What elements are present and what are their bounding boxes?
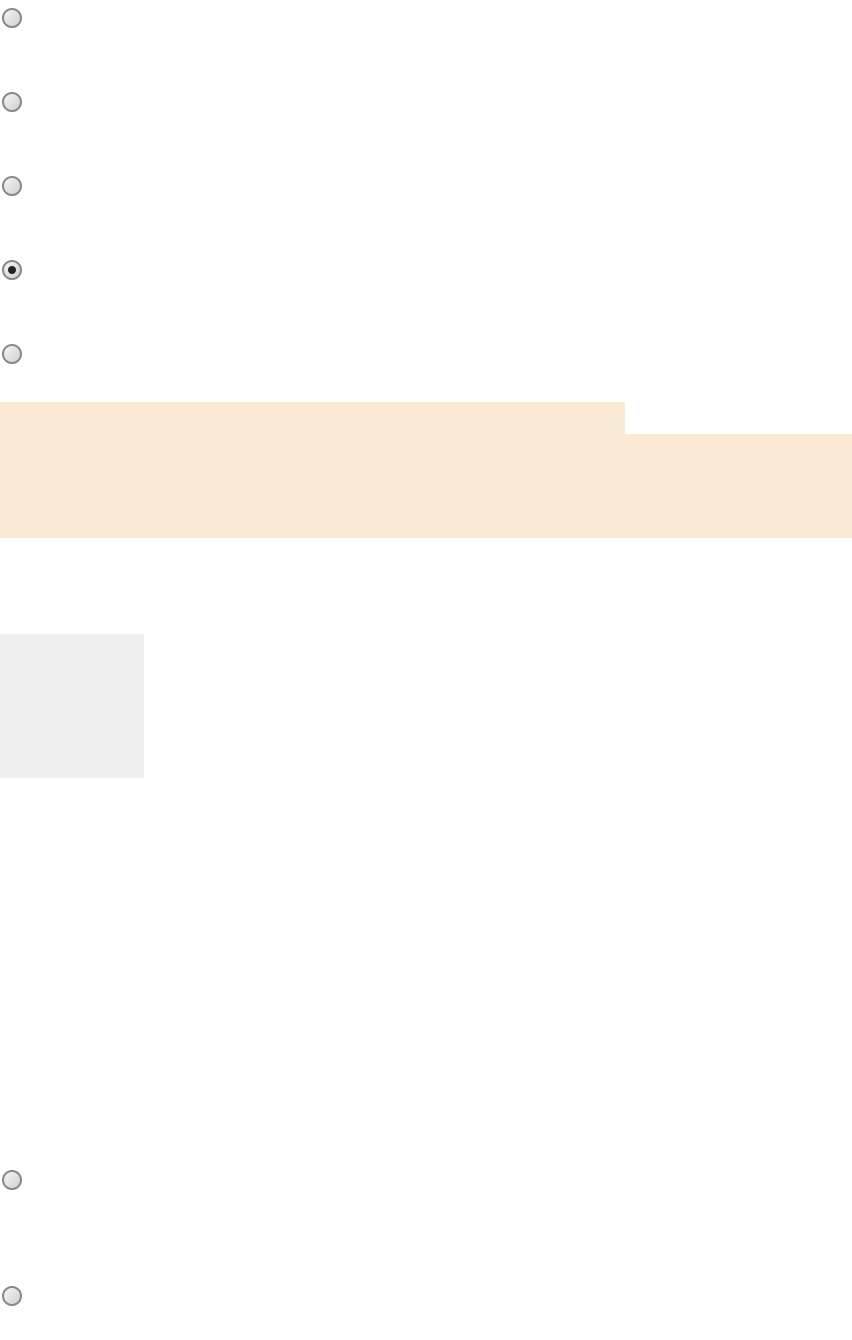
radio-item-4 (0, 260, 852, 280)
radio-item-2 (0, 92, 852, 112)
radio-7[interactable] (2, 1286, 22, 1306)
spacer (0, 778, 852, 1162)
radio-item-1 (0, 8, 852, 28)
radio-5[interactable] (2, 344, 22, 364)
radio-6[interactable] (2, 1170, 22, 1190)
banner-top (0, 402, 625, 434)
banner-full (0, 434, 852, 538)
image-placeholder (0, 634, 144, 778)
radio-2[interactable] (2, 92, 22, 112)
radio-1[interactable] (2, 8, 22, 28)
banner-container (0, 402, 852, 538)
radio-group-top (0, 0, 852, 372)
radio-item-7 (0, 1286, 852, 1306)
radio-item-3 (0, 176, 852, 196)
spacer (0, 538, 852, 634)
radio-4[interactable] (2, 260, 22, 280)
radio-3[interactable] (2, 176, 22, 196)
radio-group-bottom (0, 1162, 852, 1314)
radio-item-5 (0, 344, 852, 364)
radio-item-6 (0, 1170, 852, 1190)
